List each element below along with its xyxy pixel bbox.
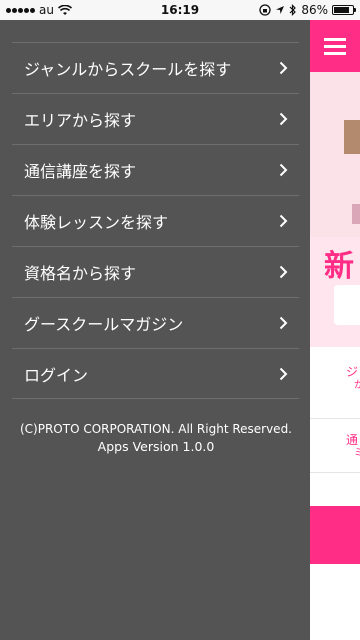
signal-strength-icon: [6, 7, 35, 13]
menu-item-area-search[interactable]: エリアから探す: [12, 93, 299, 144]
app-link-list: ジ か 通 ミ: [310, 347, 360, 473]
side-drawer-menu: ジャンルからスクールを探す エリアから探す 通信講座を探す 体験レッスンを探す …: [0, 20, 310, 640]
app-header: [310, 20, 360, 72]
menu-item-label: ログイン: [24, 365, 89, 385]
battery-fill: [334, 7, 350, 13]
status-bar: au 16:19 86%: [0, 0, 360, 20]
status-right: 86%: [259, 3, 356, 17]
drawer-menu-list: ジャンルからスクールを探す エリアから探す 通信講座を探す 体験レッスンを探す …: [0, 20, 299, 399]
bluetooth-icon: [289, 4, 297, 16]
chevron-right-icon: [277, 213, 289, 229]
location-icon: [276, 6, 285, 14]
pink-footer-bar: [310, 506, 360, 564]
hero-banner[interactable]: [310, 72, 360, 237]
chevron-right-icon: [277, 315, 289, 331]
app-list-item-title: ジ: [346, 365, 359, 379]
main-app-view: 新 ジ か 通 ミ: [310, 20, 360, 640]
carrier-name: au: [39, 3, 54, 17]
chevron-right-icon: [277, 264, 289, 280]
menu-item-trial-lesson[interactable]: 体験レッスンを探す: [12, 195, 299, 246]
app-version: Apps Version 1.0.0: [97, 439, 215, 454]
drawer-footer: (C)PROTO CORPORATION. All Right Reserved…: [0, 421, 310, 455]
status-left: au: [6, 3, 72, 17]
wifi-icon: [57, 4, 72, 15]
menu-item-genre-search[interactable]: ジャンルからスクールを探す: [12, 42, 299, 93]
menu-item-label: 資格名から探す: [24, 264, 137, 283]
menu-item-qualification-search[interactable]: 資格名から探す: [12, 246, 299, 297]
app-list-item-subtitle: か: [354, 380, 360, 391]
chevron-right-icon: [277, 60, 289, 76]
battery-percent: 86%: [301, 3, 328, 17]
menu-item-label: 体験レッスンを探す: [24, 213, 169, 232]
menu-item-label: エリアから探す: [24, 111, 137, 130]
chevron-right-icon: [277, 162, 289, 178]
new-section: 新: [310, 237, 360, 347]
menu-item-label: グースクールマガジン: [24, 315, 184, 334]
menu-item-label: 通信講座を探す: [24, 162, 137, 181]
menu-item-magazine[interactable]: グースクールマガジン: [12, 297, 299, 348]
chevron-right-icon: [277, 366, 289, 382]
new-section-card[interactable]: [334, 285, 360, 325]
chevron-right-icon: [277, 111, 289, 127]
new-section-heading: 新: [324, 249, 354, 284]
app-list-item-subtitle: ミ: [354, 448, 360, 459]
menu-item-login[interactable]: ログイン: [12, 348, 299, 399]
rotation-lock-icon: [259, 4, 271, 16]
app-list-item-title: 通: [346, 433, 359, 447]
menu-item-correspondence-course[interactable]: 通信講座を探す: [12, 144, 299, 195]
copyright-text: (C)PROTO CORPORATION. All Right Reserved…: [19, 422, 292, 436]
menu-item-label: ジャンルからスクールを探す: [24, 60, 232, 79]
banner-image: [344, 120, 360, 154]
banner-image-secondary: [352, 204, 360, 224]
app-list-item[interactable]: 通 ミ: [310, 419, 360, 473]
hamburger-menu-icon[interactable]: [324, 37, 346, 55]
battery-icon: [332, 5, 356, 15]
app-list-item[interactable]: ジ か: [310, 365, 360, 419]
